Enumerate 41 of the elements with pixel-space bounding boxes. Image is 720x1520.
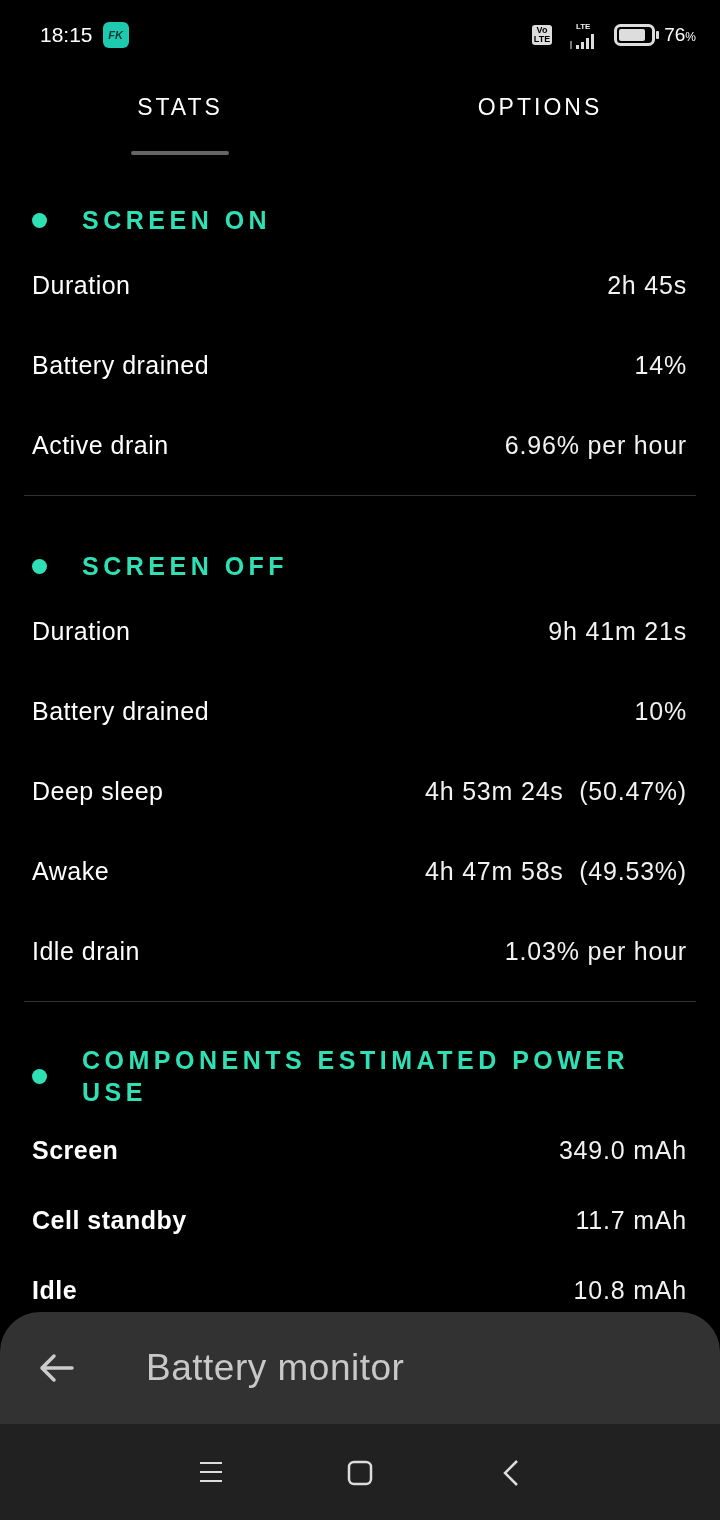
clock-time: 18:15: [40, 22, 93, 49]
stat-label: Duration: [32, 616, 131, 648]
battery-percentage: 76%: [664, 22, 696, 47]
stat-label: Duration: [32, 270, 131, 302]
section-title: SCREEN OFF: [82, 551, 289, 582]
section-dot: [32, 558, 47, 574]
app-title: Battery monitor: [146, 1346, 405, 1391]
section-dot: [32, 212, 47, 228]
stat-value: 349.0 mAh: [558, 1135, 687, 1167]
stat-label: Idle drain: [32, 936, 140, 968]
volte-icon: Vo LTE: [531, 25, 553, 45]
stat-value: 6.96% per hour: [504, 430, 687, 462]
section-dot: [32, 1068, 47, 1084]
stat-value: 4h 47m 58s (49.53%): [425, 856, 687, 888]
section-title: COMPONENTS ESTIMATED POWER USE: [82, 1045, 631, 1108]
stat-value: 1.03% per hour: [504, 936, 687, 968]
stat-label: Battery drained: [32, 696, 210, 728]
home-icon[interactable]: [347, 1460, 373, 1486]
stat-value: 10.8 mAh: [573, 1275, 687, 1307]
app-notification-icon: FK: [102, 22, 129, 48]
back-icon[interactable]: [502, 1459, 520, 1487]
stat-label: Active drain: [32, 430, 169, 462]
stat-label: Idle: [32, 1275, 78, 1307]
stat-value: 11.7 mAh: [575, 1205, 687, 1237]
stat-label: Deep sleep: [32, 776, 164, 808]
back-icon[interactable]: [38, 1353, 74, 1383]
stat-value: 14%: [634, 350, 687, 382]
stat-label: Screen: [32, 1135, 119, 1167]
stat-label: Battery drained: [32, 350, 210, 382]
tab[interactable]: OPTIONS: [360, 70, 720, 155]
stat-label: Cell standby: [32, 1205, 187, 1237]
battery-icon: [614, 24, 661, 46]
stat-value: 4h 53m 24s (50.47%): [425, 776, 687, 808]
stat-value: 9h 41m 21s: [548, 616, 687, 648]
stat-value: 10%: [634, 696, 687, 728]
section-title: SCREEN ON: [82, 205, 272, 236]
network-type: LTE: [575, 21, 591, 33]
menu-icon[interactable]: [199, 1461, 223, 1483]
stat-label: Awake: [32, 856, 110, 888]
stat-value: 2h 45s: [607, 270, 687, 302]
tab[interactable]: STATS: [0, 70, 360, 155]
